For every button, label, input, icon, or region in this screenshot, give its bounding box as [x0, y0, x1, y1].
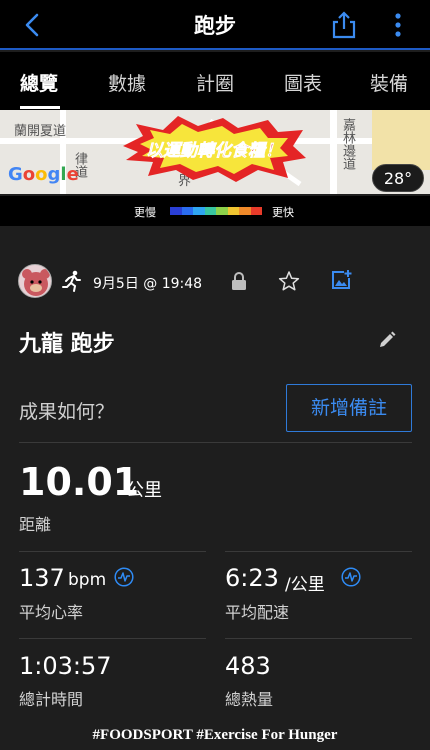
pace-icon[interactable]: [341, 567, 361, 587]
add-photo-icon[interactable]: [330, 269, 352, 291]
more-options-icon[interactable]: [388, 10, 408, 40]
temperature-badge: 28°: [372, 164, 424, 192]
divider: [225, 551, 412, 552]
distance-value: 10.01: [19, 460, 140, 504]
avg-heart-rate-unit: bpm: [68, 570, 107, 590]
map-street-label: 蘭開夏道: [14, 124, 67, 139]
pace-color-swatch: [250, 207, 262, 215]
distance-unit: 公里: [126, 480, 162, 501]
divider: [19, 442, 412, 443]
hashtag-watermark: #FOODSPORT #Exercise For Hunger: [92, 727, 338, 743]
total-time-value: 1:03:57: [19, 652, 112, 680]
add-note-button[interactable]: 新增備註: [286, 384, 412, 432]
tab-overview[interactable]: 總覽: [20, 69, 58, 96]
running-icon: [62, 270, 81, 292]
pace-color-swatch: [227, 207, 239, 215]
calories-value: 483: [225, 652, 271, 680]
avg-heart-rate-value: 137: [19, 564, 65, 592]
edit-pencil-icon[interactable]: [377, 330, 397, 350]
calories-label: 總熱量: [225, 690, 274, 709]
avg-pace-label: 平均配速: [225, 603, 290, 622]
page-title: 跑步: [194, 14, 236, 38]
pace-color-scale: [170, 207, 262, 215]
share-icon[interactable]: [330, 10, 358, 40]
avatar[interactable]: [18, 264, 52, 298]
activity-meta-row: 9月5日 @ 19:48: [18, 264, 418, 300]
tab-laps[interactable]: 計圈: [196, 69, 234, 96]
tab-bar: 總覽 數據 計圈 圖表 裝備: [0, 52, 430, 110]
pace-legend: 更慢 更快: [0, 196, 430, 226]
tab-charts[interactable]: 圖表: [284, 69, 322, 96]
pace-color-swatch: [239, 207, 251, 215]
pace-fast-label: 更快: [272, 206, 294, 219]
feedback-prompt: 成果如何？: [19, 401, 115, 423]
tab-data[interactable]: 數據: [108, 69, 146, 96]
map-area: [372, 110, 430, 170]
route-map[interactable]: 蘭開夏道 律道 界 嘉林邊道 以運動轉化食糧！ Google 28°: [0, 110, 430, 194]
banner-text: 以運動轉化食糧！: [146, 141, 282, 161]
top-bar: 跑步: [0, 0, 430, 50]
activity-title: 九龍 跑步: [19, 332, 115, 357]
pace-color-swatch: [181, 207, 193, 215]
map-road: [330, 110, 337, 194]
divider: [19, 638, 206, 639]
pace-slow-label: 更慢: [134, 206, 156, 219]
distance-label: 距離: [19, 515, 52, 534]
pace-color-swatch: [216, 207, 228, 215]
avg-pace-unit: /公里: [285, 575, 325, 595]
divider: [225, 638, 412, 639]
pace-color-swatch: [170, 207, 182, 215]
activity-summary: 9月5日 @ 19:48 九龍 跑步 成果如何？ 新增備註 10.01 公里 距…: [0, 226, 430, 750]
divider: [19, 551, 206, 552]
lock-icon[interactable]: [230, 271, 248, 291]
foodsport-banner-logo: 以運動轉化食糧！: [123, 116, 306, 182]
active-tab-indicator: [20, 106, 60, 109]
total-time-label: 總計時間: [19, 690, 84, 709]
avg-pace-value: 6:23: [225, 564, 279, 592]
heart-rate-icon[interactable]: [114, 567, 134, 587]
star-icon[interactable]: [278, 270, 300, 292]
avg-heart-rate-label: 平均心率: [19, 603, 84, 622]
activity-date: 9月5日 @ 19:48: [93, 276, 203, 292]
google-logo: Google: [8, 164, 79, 185]
pace-color-swatch: [193, 207, 205, 215]
map-street-label: 嘉林邊道: [340, 118, 355, 170]
pace-color-swatch: [204, 207, 216, 215]
tab-gear[interactable]: 裝備: [370, 69, 408, 96]
